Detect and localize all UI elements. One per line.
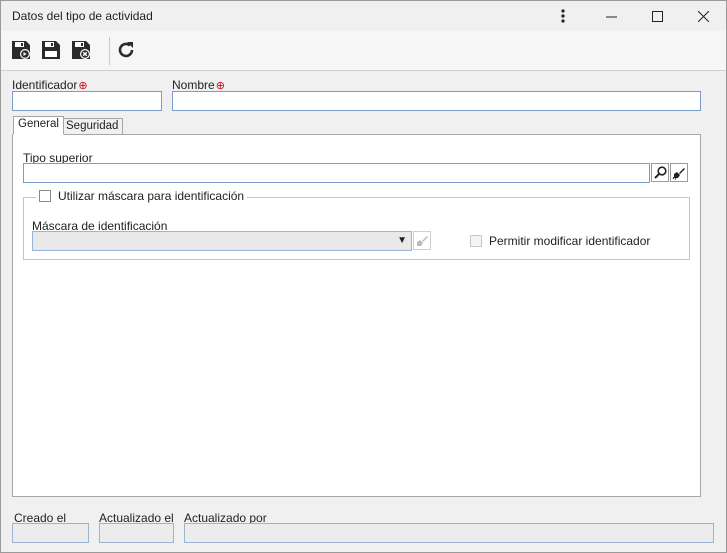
save-and-close-button[interactable] — [69, 38, 93, 62]
minimize-icon — [605, 16, 617, 17]
use-mask-checkbox[interactable] — [39, 190, 51, 202]
clear-button[interactable] — [670, 163, 688, 182]
search-button[interactable] — [651, 163, 669, 182]
identificador-label: Identificador⊕ — [12, 78, 88, 92]
close-icon — [697, 10, 709, 22]
refresh-button[interactable] — [114, 38, 138, 62]
actualizado-input — [99, 523, 174, 543]
toolbar-separator — [109, 37, 110, 65]
save-close-icon — [72, 41, 90, 59]
close-button[interactable] — [680, 1, 726, 31]
use-mask-label: Utilizar máscara para identificación — [58, 189, 245, 203]
permitir-label: Permitir modificar identificador — [489, 234, 651, 248]
window-title: Datos del tipo de actividad — [12, 9, 153, 23]
permitir-option: Permitir modificar identificador — [470, 234, 650, 248]
maximize-icon — [651, 10, 663, 22]
search-icon — [653, 166, 667, 179]
mask-group-legend: Utilizar máscara para identificación — [36, 189, 248, 203]
dialog-window: Datos del tipo de actividad Identificado… — [0, 0, 727, 553]
tipo-superior-input[interactable] — [23, 163, 650, 183]
save-and-new-button[interactable] — [9, 38, 33, 62]
identificador-input[interactable] — [12, 91, 162, 111]
maximize-button[interactable] — [634, 1, 680, 31]
toolbar — [1, 31, 726, 71]
mask-groupbox: Utilizar máscara para identificación Más… — [23, 189, 690, 260]
more-vertical-icon[interactable] — [540, 1, 586, 31]
save-icon — [42, 41, 60, 59]
nombre-label-text: Nombre — [172, 78, 215, 92]
save-new-icon — [12, 41, 30, 59]
eraser-icon — [417, 235, 428, 246]
nombre-label: Nombre⊕ — [172, 78, 225, 92]
nombre-input[interactable] — [172, 91, 701, 111]
save-button[interactable] — [39, 38, 63, 62]
eraser-icon — [672, 167, 685, 180]
refresh-icon — [118, 42, 134, 58]
tab-general[interactable]: General — [13, 116, 64, 135]
mascara-select[interactable]: ▼ — [32, 231, 412, 251]
permitir-checkbox — [470, 235, 482, 247]
identificador-label-text: Identificador — [12, 78, 78, 92]
actualizado-por-input — [184, 523, 714, 543]
creado-input — [12, 523, 89, 543]
chevron-down-icon: ▼ — [397, 235, 407, 246]
tab-panel-general: Tipo superior Utilizar máscara para iden… — [12, 134, 701, 497]
mascara-clear-button — [413, 231, 431, 250]
minimize-button[interactable] — [588, 1, 634, 31]
title-bar: Datos del tipo de actividad — [1, 1, 726, 31]
